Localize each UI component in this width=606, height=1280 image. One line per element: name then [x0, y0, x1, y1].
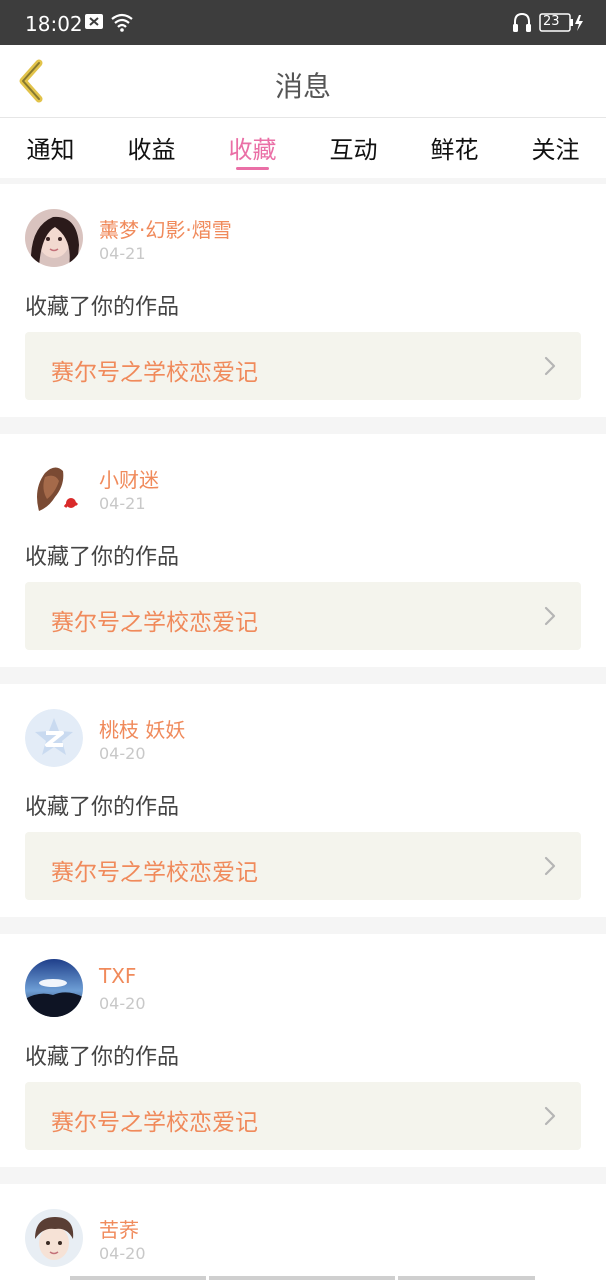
tab-underline: [236, 167, 269, 170]
tab-label: 鲜花: [430, 136, 479, 164]
chevron-right-icon: [544, 856, 556, 876]
tab-interactions[interactable]: 互动: [303, 130, 404, 174]
chevron-right-icon: [544, 356, 556, 376]
tab-label: 收藏: [228, 136, 277, 164]
bottom-strip: [70, 1276, 206, 1280]
message-card: 小财迷 04-21 收藏了你的作品 赛尔号之学校恋爱记: [0, 434, 606, 667]
work-link[interactable]: 赛尔号之学校恋爱记: [25, 832, 581, 900]
username[interactable]: 小财迷: [99, 464, 159, 493]
wifi-icon: [111, 13, 133, 32]
message-date: 04-20: [99, 1244, 146, 1263]
battery-level: 23: [543, 14, 560, 29]
tab-flowers[interactable]: 鲜花: [404, 130, 505, 174]
divider: [0, 1167, 606, 1184]
nav-bar: 消息: [0, 45, 606, 118]
status-time: 18:02: [25, 12, 83, 36]
avatar[interactable]: [25, 459, 83, 517]
page-title: 消息: [274, 70, 331, 103]
notification-x-icon: [85, 14, 103, 29]
avatar[interactable]: [25, 1209, 83, 1267]
tab-label: 通知: [26, 136, 75, 164]
bottom-strip: [209, 1276, 395, 1280]
message-card: TXF 04-20 收藏了你的作品 赛尔号之学校恋爱记: [0, 934, 606, 1167]
headset-icon: [513, 12, 531, 32]
tab-label: 收益: [127, 136, 176, 164]
tab-earnings[interactable]: 收益: [101, 130, 202, 174]
work-link[interactable]: 赛尔号之学校恋爱记: [25, 582, 581, 650]
chevron-right-icon: [544, 606, 556, 626]
tab-label: 关注: [531, 136, 580, 164]
message-date: 04-20: [99, 744, 146, 763]
chevron-right-icon: [544, 1106, 556, 1126]
message-date: 04-21: [99, 494, 146, 513]
work-link[interactable]: 赛尔号之学校恋爱记: [25, 332, 581, 400]
message-card: 苦荞 04-20: [0, 1184, 606, 1280]
action-text: 收藏了你的作品: [25, 295, 180, 320]
default-avatar-icon[interactable]: [25, 709, 83, 767]
battery-icon: 23: [539, 13, 585, 33]
tab-following[interactable]: 关注: [505, 130, 606, 174]
avatar[interactable]: [25, 209, 83, 267]
username[interactable]: 薰梦·幻影·熠雪: [99, 214, 232, 243]
username[interactable]: TXF: [99, 964, 136, 988]
tab-notifications[interactable]: 通知: [0, 130, 101, 174]
divider: [0, 917, 606, 934]
tab-bar: 通知 收益 收藏 互动 鲜花 关注: [0, 118, 606, 178]
divider: [0, 667, 606, 684]
action-text: 收藏了你的作品: [25, 545, 180, 570]
action-text: 收藏了你的作品: [25, 1045, 180, 1070]
message-card: 薰梦·幻影·熠雪 04-21 收藏了你的作品 赛尔号之学校恋爱记: [0, 184, 606, 417]
action-text: 收藏了你的作品: [25, 795, 180, 820]
work-title: 赛尔号之学校恋爱记: [51, 610, 258, 636]
tab-favorites[interactable]: 收藏: [202, 130, 303, 174]
avatar[interactable]: [25, 959, 83, 1017]
work-title: 赛尔号之学校恋爱记: [51, 360, 258, 386]
bottom-strip: [398, 1276, 535, 1280]
work-title: 赛尔号之学校恋爱记: [51, 1110, 258, 1136]
message-date: 04-20: [99, 994, 146, 1013]
charging-icon: [575, 15, 583, 31]
username[interactable]: 桃枝 妖妖: [99, 714, 185, 743]
work-link[interactable]: 赛尔号之学校恋爱记: [25, 1082, 581, 1150]
message-card: 桃枝 妖妖 04-20 收藏了你的作品 赛尔号之学校恋爱记: [0, 684, 606, 917]
status-bar: 18:02 23: [0, 0, 606, 45]
message-date: 04-21: [99, 244, 146, 263]
divider: [0, 417, 606, 434]
username[interactable]: 苦荞: [99, 1214, 139, 1243]
work-title: 赛尔号之学校恋爱记: [51, 860, 258, 886]
tab-label: 互动: [329, 136, 378, 164]
